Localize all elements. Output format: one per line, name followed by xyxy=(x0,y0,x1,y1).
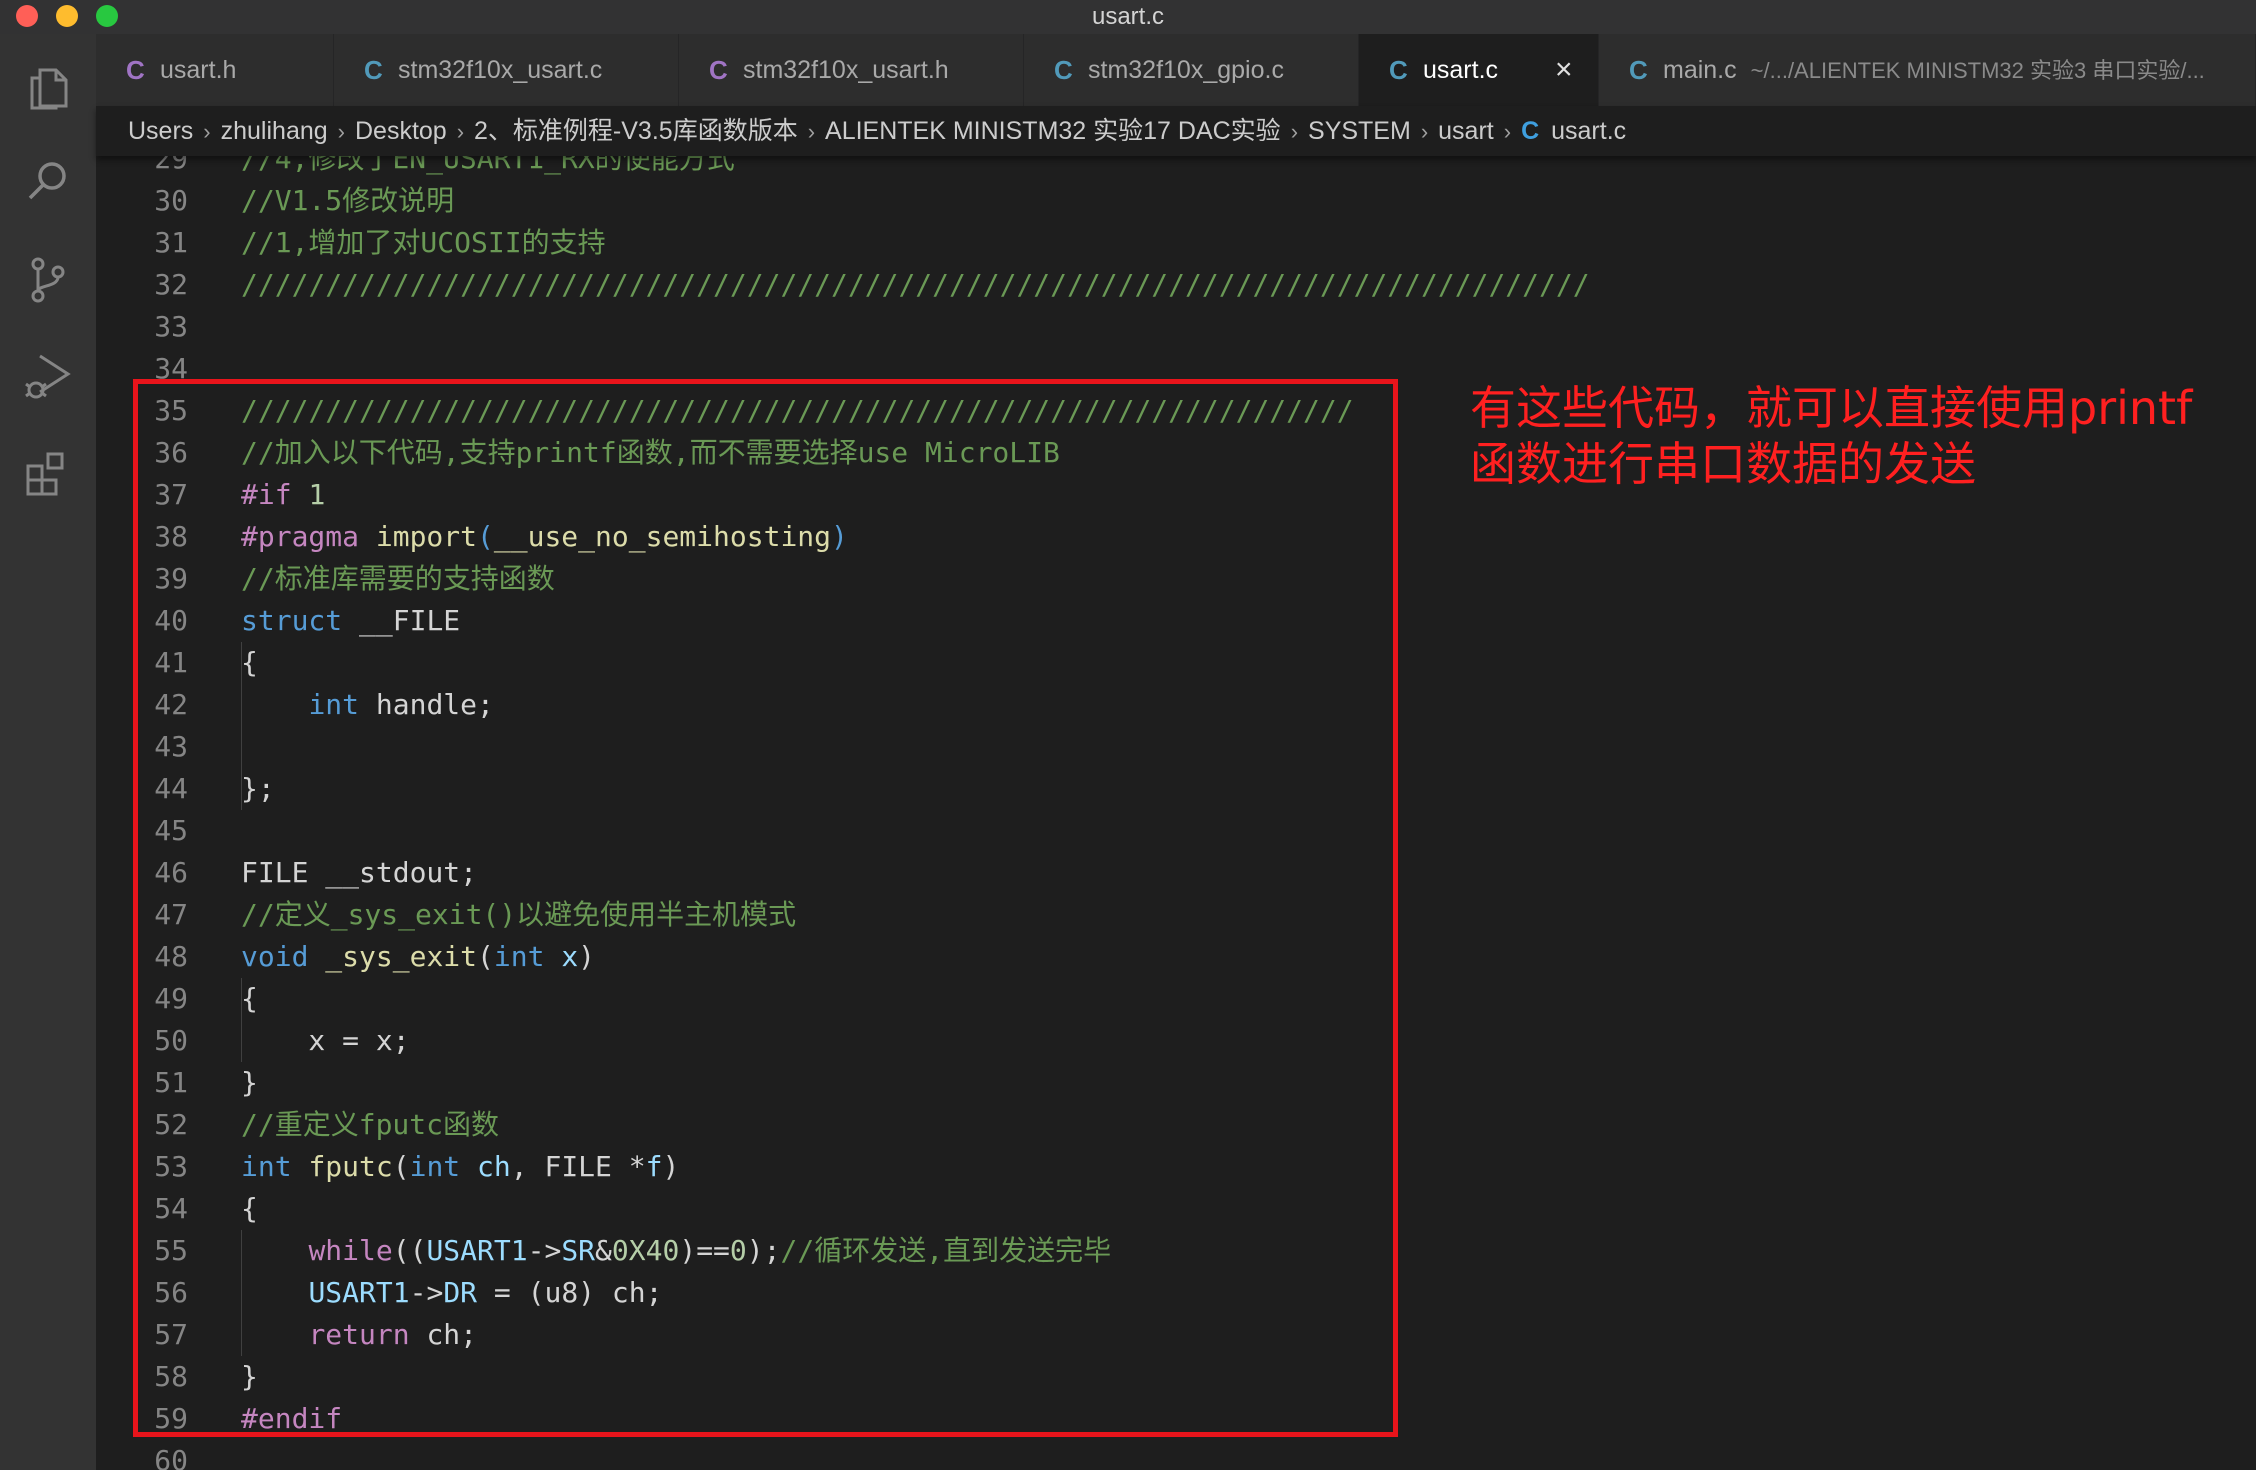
line-number: 30 xyxy=(154,184,188,217)
line-number: 31 xyxy=(154,226,188,259)
tab-label: stm32f10x_usart.h xyxy=(743,56,949,84)
activity-bar xyxy=(0,34,96,1470)
c-file-icon: C xyxy=(126,55,145,85)
tab-path: ~/.../ALIENTEK MINISTM32 实验3 串口实验/... xyxy=(1750,58,2205,83)
breadcrumb-item-project[interactable]: 2、标准例程-V3.5库函数版本 xyxy=(474,117,798,145)
c-file-icon: C xyxy=(1054,55,1073,85)
tab-stm32f10x-gpio-c[interactable]: C stm32f10x_gpio.c xyxy=(1024,34,1359,106)
tab-usart-h[interactable]: C usart.h xyxy=(96,34,334,106)
line-number: 32 xyxy=(154,268,188,301)
close-icon[interactable]: × xyxy=(1555,34,1573,106)
code-text: ////////////////////////////////////////… xyxy=(241,268,1590,301)
tab-usart-c[interactable]: C usart.c × xyxy=(1359,34,1599,106)
source-control-icon[interactable] xyxy=(18,250,78,310)
breadcrumb-item-desktop[interactable]: Desktop xyxy=(355,117,447,145)
tab-stm32f10x-usart-h[interactable]: C stm32f10x_usart.h xyxy=(679,34,1024,106)
c-file-icon: C xyxy=(709,55,728,85)
window-title: usart.c xyxy=(1091,3,1165,30)
c-file-icon: C xyxy=(1629,55,1648,85)
code-line[interactable]: 29 //4,修改了EN_USART1_RX的使能方式 xyxy=(96,156,2256,180)
breadcrumb-item-usart[interactable]: usart xyxy=(1438,117,1494,145)
tab-label: usart.h xyxy=(160,56,237,84)
chevron-right-icon: › xyxy=(1503,119,1512,144)
chevron-right-icon: › xyxy=(337,119,345,144)
line-number: 60 xyxy=(154,1444,188,1470)
tab-main-c[interactable]: C main.c ~/.../ALIENTEK MINISTM32 实验3 串口实… xyxy=(1599,34,2256,106)
code-text: //1,增加了对UCOSII的支持 xyxy=(241,226,606,259)
tab-label: stm32f10x_usart.c xyxy=(398,56,603,84)
c-file-icon: C xyxy=(1389,55,1408,85)
chevron-right-icon: › xyxy=(203,119,211,144)
chevron-right-icon: › xyxy=(807,119,816,144)
code-line[interactable]: 30 //V1.5修改说明 xyxy=(96,180,2256,222)
editor-tab-bar: C usart.h C stm32f10x_usart.c C stm32f10… xyxy=(96,34,2256,106)
c-file-icon: C xyxy=(364,55,383,85)
breadcrumb-item-zhulihang[interactable]: zhulihang xyxy=(221,117,328,145)
breadcrumb: Users › zhulihang › Desktop › 2、标准例程-V3.5库函数版本… xyxy=(96,106,2256,156)
code-text: //V1.5修改说明 xyxy=(241,184,455,217)
code-line[interactable]: 32 //////////////////////////////////////… xyxy=(96,264,2256,306)
annotation-text: 有这些代码，就可以直接使用printf函数进行串口数据的发送 xyxy=(1470,381,2193,491)
c-file-icon: C xyxy=(1521,117,1540,145)
tab-label: usart.c xyxy=(1423,56,1499,84)
tab-label: main.c xyxy=(1663,56,1737,84)
run-debug-icon[interactable] xyxy=(18,346,78,406)
tab-label: stm32f10x_gpio.c xyxy=(1088,56,1284,84)
title-bar: usart.c xyxy=(0,0,2256,34)
breadcrumb-item-experiment[interactable]: ALIENTEK MINISTM32 实验17 DAC实验 xyxy=(825,117,1281,145)
highlight-box xyxy=(133,379,1398,1437)
line-number: 29 xyxy=(154,156,188,175)
explorer-icon[interactable] xyxy=(18,56,78,116)
search-icon[interactable] xyxy=(18,152,78,212)
tab-stm32f10x-usart-c[interactable]: C stm32f10x_usart.c xyxy=(334,34,679,106)
code-text: //4,修改了EN_USART1_RX的使能方式 xyxy=(241,156,735,175)
code-line[interactable]: 60 xyxy=(96,1440,2256,1470)
extensions-icon[interactable] xyxy=(18,444,78,504)
chevron-right-icon: › xyxy=(456,119,465,144)
breadcrumb-item-users[interactable]: Users xyxy=(128,117,193,145)
line-number: 33 xyxy=(154,310,188,343)
breadcrumb-item-system[interactable]: SYSTEM xyxy=(1308,117,1411,145)
chevron-right-icon: › xyxy=(1290,119,1299,144)
chevron-right-icon: › xyxy=(1420,119,1429,144)
code-line[interactable]: 33 xyxy=(96,306,2256,348)
breadcrumb-item-file[interactable]: usart.c xyxy=(1551,117,1626,145)
code-line[interactable]: 31 //1,增加了对UCOSII的支持 xyxy=(96,222,2256,264)
